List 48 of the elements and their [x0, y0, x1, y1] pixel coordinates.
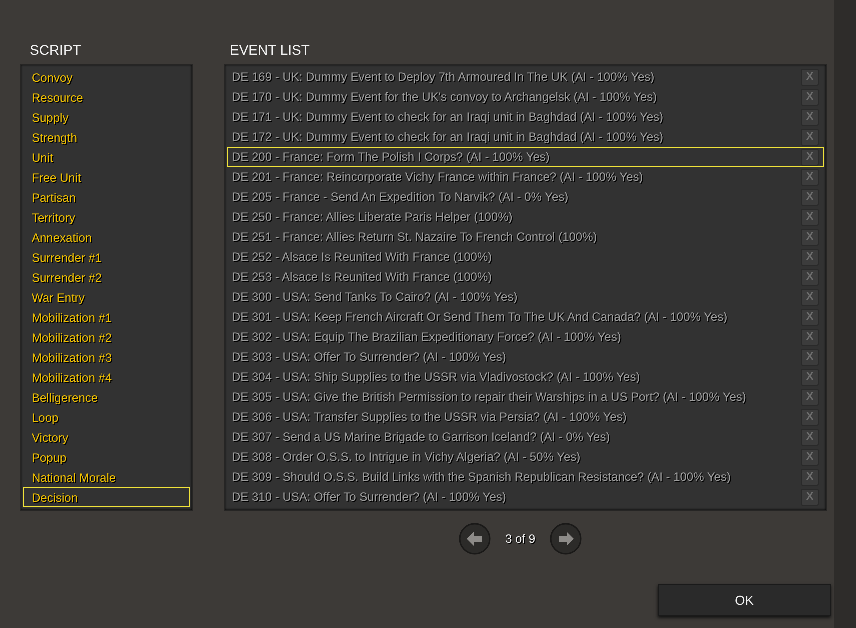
event-list-title: EVENT LIST [229, 41, 311, 60]
script-item[interactable]: Victory [23, 427, 190, 447]
script-item[interactable]: Supply [23, 107, 190, 127]
event-label: DE 305 - USA: Give the British Permission to repair their Warships in a US Port? (AI - 100% Yes) [232, 390, 746, 404]
script-item[interactable]: Mobilization #3 [23, 347, 190, 367]
script-item[interactable]: War Entry [23, 287, 190, 307]
script-item[interactable]: Surrender #2 [23, 267, 190, 287]
script-item[interactable]: Territory [23, 207, 190, 227]
script-item[interactable]: Decision [23, 487, 190, 507]
script-item[interactable]: Loop [23, 407, 190, 427]
event-label: DE 253 - Alsace Is Reunited With France (100%) [232, 270, 492, 284]
event-label: DE 205 - France - Send An Expedition To Narvik? (AI - 0% Yes) [232, 190, 569, 204]
event-label: DE 304 - USA: Ship Supplies to the USSR via Vladivostock? (AI - 100% Yes) [232, 370, 640, 384]
event-label: DE 169 - UK: Dummy Event to Deploy 7th Armoured In The UK (AI - 100% Yes) [232, 70, 655, 84]
script-item[interactable]: Annexation [23, 227, 190, 247]
event-label: DE 172 - UK: Dummy Event to check for an Iraqi unit in Baghdad (AI - 100% Yes) [232, 130, 664, 144]
script-item[interactable]: Strength [23, 127, 190, 147]
script-item[interactable]: Mobilization #4 [23, 367, 190, 387]
event-label: DE 309 - Should O.S.S. Build Links with the Spanish Republican Resistance? (AI - 100% Yes) [232, 470, 731, 484]
script-item[interactable]: Resource [23, 87, 190, 107]
script-item[interactable]: National Morale [23, 467, 190, 487]
script-item[interactable]: Mobilization #2 [23, 327, 190, 347]
event-label: DE 308 - Order O.S.S. to Intrigue in Vichy Algeria? (AI - 50% Yes) [232, 450, 581, 464]
page-indicator: 3 of 9 [505, 532, 536, 546]
event-label: DE 201 - France: Reincorporate Vichy France within France? (AI - 100% Yes) [232, 170, 644, 184]
ok-button[interactable]: OK [658, 584, 831, 616]
event-label: DE 170 - UK: Dummy Event for the UK's convoy to Archangelsk (AI - 100% Yes) [232, 90, 658, 104]
script-item[interactable]: Mobilization #1 [23, 307, 190, 327]
event-label: DE 171 - UK: Dummy Event to check for an Iraqi unit in Baghdad (AI - 100% Yes) [232, 110, 664, 124]
script-item[interactable]: Convoy [23, 67, 190, 87]
script-item[interactable]: Free Unit [23, 167, 190, 187]
event-label: DE 307 - Send a US Marine Brigade to Garrison Iceland? (AI - 0% Yes) [232, 430, 610, 444]
event-label: DE 303 - USA: Offer To Surrender? (AI - 100% Yes) [232, 350, 506, 364]
script-title: SCRIPT [29, 41, 82, 60]
event-label: DE 310 - USA: Offer To Surrender? (AI - 100% Yes) [232, 490, 506, 504]
script-item[interactable]: Belligerence [23, 387, 190, 407]
script-item[interactable]: Partisan [23, 187, 190, 207]
event-label: DE 200 - France: Form The Polish I Corps? (AI - 100% Yes) [232, 150, 550, 164]
script-item[interactable]: Unit [23, 147, 190, 167]
script-item[interactable]: Surrender #1 [23, 247, 190, 267]
event-label: DE 250 - France: Allies Liberate Paris Helper (100%) [232, 210, 513, 224]
event-label: DE 252 - Alsace Is Reunited With France (100%) [232, 250, 492, 264]
event-label: DE 302 - USA: Equip The Brazilian Expeditionary Force? (AI - 100% Yes) [232, 330, 622, 344]
event-label: DE 251 - France: Allies Return St. Nazaire To French Control (100%) [232, 230, 598, 244]
event-label: DE 300 - USA: Send Tanks To Cairo? (AI - 100% Yes) [232, 290, 518, 304]
event-label: DE 301 - USA: Keep French Aircraft Or Send Them To The UK And Canada? (AI - 100% Yes) [232, 310, 728, 324]
event-label: DE 306 - USA: Transfer Supplies to the USSR via Persia? (AI - 100% Yes) [232, 410, 627, 424]
script-item[interactable]: Popup [23, 447, 190, 467]
